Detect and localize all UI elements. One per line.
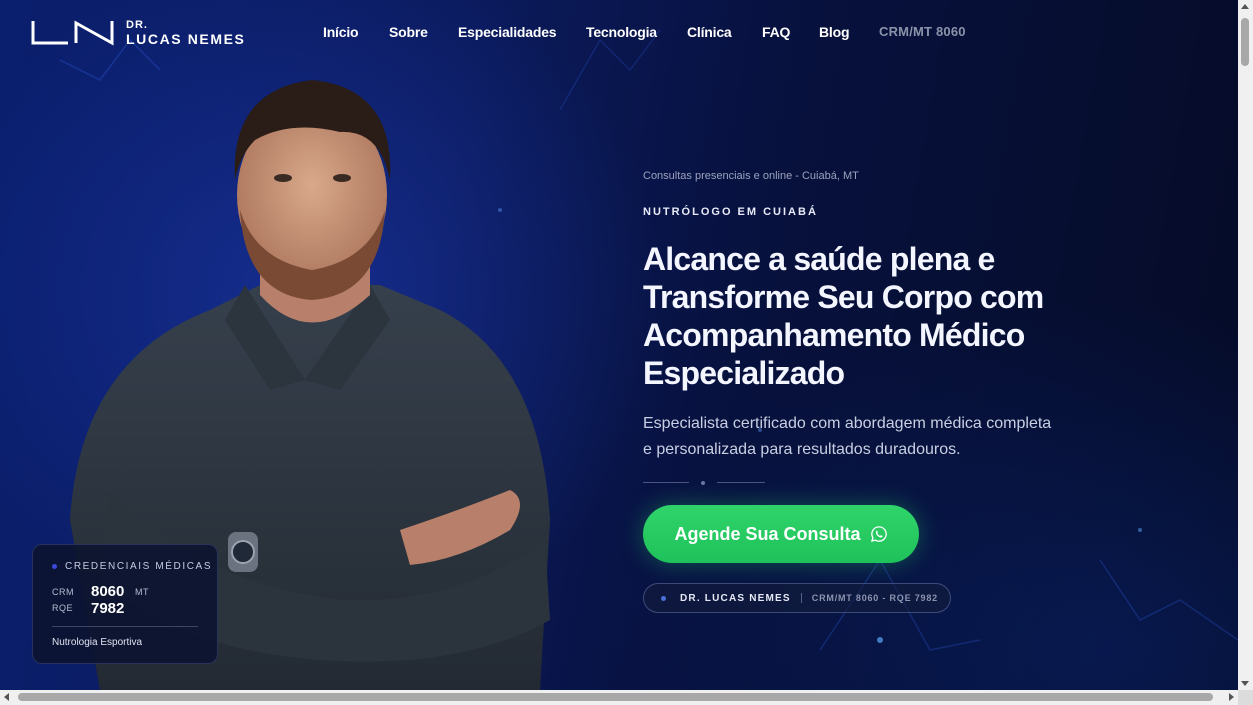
nav-link-faq[interactable]: FAQ: [762, 24, 790, 40]
doctor-badge: DR. LUCAS NEMES CRM/MT 8060 - RQE 7982: [643, 583, 951, 613]
cta-label: Agende Sua Consulta: [674, 523, 861, 544]
decorative-divider: [643, 481, 765, 485]
scroll-down-icon[interactable]: [1241, 681, 1249, 686]
logo-name: LUCAS NEMES: [126, 31, 246, 47]
crm-state: MT: [135, 587, 149, 597]
nav-link-sobre[interactable]: Sobre: [389, 24, 428, 40]
rqe-label: RQE: [52, 603, 74, 613]
nav-link-clinica[interactable]: Clínica: [687, 24, 732, 40]
badge-credentials: CRM/MT 8060 - RQE 7982: [811, 593, 938, 603]
nav-crm-label: CRM/MT 8060: [879, 24, 966, 39]
nav-link-especialidades[interactable]: Especialidades: [458, 24, 557, 40]
horizontal-scrollbar[interactable]: [0, 690, 1238, 705]
site-logo[interactable]: DR. LUCAS NEMES: [30, 18, 246, 48]
logo-prefix: DR.: [126, 19, 148, 31]
hero-lead: Especialista certificado com abordagem m…: [643, 415, 1052, 458]
hero-eyebrow: NUTRÓLOGO EM CUIABÁ: [643, 206, 818, 218]
hero-section: DR. LUCAS NEMES Início Sobre Especialida…: [0, 0, 1238, 690]
horizontal-scroll-thumb[interactable]: [18, 693, 1213, 701]
rqe-number: 7982: [91, 600, 125, 617]
nav-link-blog[interactable]: Blog: [819, 24, 850, 40]
scroll-up-icon[interactable]: [1241, 4, 1249, 9]
badge-name: DR. LUCAS NEMES: [680, 592, 791, 604]
vertical-scrollbar[interactable]: [1238, 0, 1253, 690]
credentials-card: CREDENCIAIS MÉDICAS CRM 8060 MT RQE 7982…: [32, 544, 218, 664]
card-divider: [52, 626, 198, 627]
specialty-label: Nutrologia Esportiva: [52, 637, 143, 648]
crm-number: 8060: [91, 583, 125, 600]
scroll-left-icon[interactable]: [4, 693, 9, 701]
whatsapp-icon: [870, 526, 887, 542]
badge-dot-icon: [661, 595, 666, 601]
hero-headline: Alcance a saúde plena e Transforme Seu C…: [643, 241, 1044, 391]
logo-mark-icon: [31, 20, 114, 46]
schedule-consultation-button[interactable]: Agende Sua Consulta: [643, 505, 919, 563]
bullet-dot-icon: [52, 564, 57, 569]
nav-link-inicio[interactable]: Início: [323, 24, 359, 40]
credentials-title: CREDENCIAIS MÉDICAS: [65, 561, 213, 572]
crm-label: CRM: [52, 587, 74, 597]
nav-link-tecnologia[interactable]: Tecnologia: [586, 24, 657, 40]
scrollbar-corner: [1238, 690, 1253, 705]
top-navigation: DR. LUCAS NEMES Início Sobre Especialida…: [0, 0, 1238, 68]
vertical-scroll-thumb[interactable]: [1241, 18, 1249, 66]
scroll-right-icon[interactable]: [1229, 693, 1234, 701]
location-note: Consultas presenciais e online - Cuiabá,…: [643, 170, 859, 182]
